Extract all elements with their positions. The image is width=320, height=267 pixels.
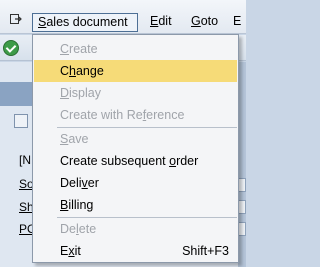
bg-text-line-1: [N bbox=[19, 153, 31, 167]
menu-bar: Sales document Edit Goto E bbox=[0, 0, 246, 34]
menu-item-delete[interactable]: Delete bbox=[34, 218, 237, 240]
menu-item-billing[interactable]: Billing bbox=[34, 194, 237, 216]
menu-item-display[interactable]: Display bbox=[34, 82, 237, 104]
shortcut-label: Shift+F3 bbox=[182, 244, 229, 258]
menu-sales-document[interactable]: Sales document bbox=[32, 13, 138, 32]
toolbar-button-icon[interactable] bbox=[14, 114, 28, 128]
menu-item-exit[interactable]: Exit Shift+F3 bbox=[34, 240, 237, 262]
menu-item-deliver[interactable]: Deliver bbox=[34, 172, 237, 194]
menu-exit-icon[interactable] bbox=[10, 14, 22, 24]
right-edge-button-3[interactable] bbox=[238, 222, 246, 236]
sales-document-dropdown: Create Change Display Create with Refere… bbox=[32, 34, 239, 263]
menu-item-create-with-reference[interactable]: Create with Reference bbox=[34, 104, 237, 126]
right-edge-button-2[interactable] bbox=[238, 200, 246, 214]
menu-goto[interactable]: Goto bbox=[185, 13, 224, 32]
menu-item-create-subsequent-order[interactable]: Create subsequent order bbox=[34, 150, 237, 172]
menu-edit[interactable]: Edit bbox=[144, 13, 178, 32]
menu-item-create[interactable]: Create bbox=[34, 38, 237, 60]
right-edge-strip bbox=[238, 62, 246, 267]
green-check-icon[interactable] bbox=[3, 40, 19, 56]
right-edge-button-1[interactable] bbox=[238, 178, 246, 192]
menu-item-change[interactable]: Change bbox=[34, 60, 237, 82]
menu-item-save[interactable]: Save bbox=[34, 128, 237, 150]
menu-extras-truncated[interactable]: E bbox=[233, 13, 241, 32]
